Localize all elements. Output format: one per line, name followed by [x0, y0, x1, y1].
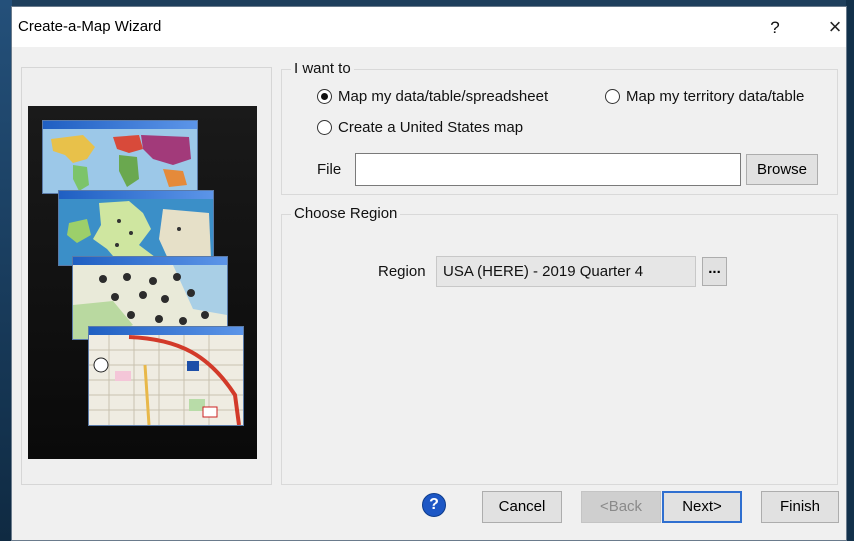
choose-region-group: [281, 214, 838, 485]
option-create-us-map-label: Create a United States map: [338, 119, 524, 136]
window-title: Create-a-Map Wizard: [18, 18, 162, 35]
region-label: Region: [378, 263, 426, 280]
preview-region-map: [58, 190, 214, 266]
radio-map-my-data[interactable]: [317, 89, 332, 104]
preview-panel: [21, 67, 272, 485]
next-button[interactable]: Next>: [662, 491, 742, 523]
preview-world-map: [42, 120, 198, 194]
option-map-my-territory[interactable]: Map my territory data/table: [605, 88, 804, 105]
finish-button[interactable]: Finish: [761, 491, 839, 523]
choose-region-label: Choose Region: [291, 205, 401, 222]
option-create-us-map[interactable]: Create a United States map: [317, 119, 523, 136]
background-app-right: [846, 0, 854, 541]
close-button[interactable]: ×: [820, 13, 850, 41]
radio-map-my-territory[interactable]: [605, 89, 620, 104]
file-label: File: [317, 161, 342, 178]
browse-button[interactable]: Browse: [746, 154, 818, 185]
create-a-map-dialog: Create-a-Map Wizard ? × I want to Map my…: [11, 6, 847, 541]
title-bar: Create-a-Map Wizard ? ×: [12, 7, 846, 47]
help-icon[interactable]: ?: [422, 493, 446, 517]
cancel-button[interactable]: Cancel: [482, 491, 562, 523]
help-title-button[interactable]: ?: [760, 15, 790, 41]
map-preview-illustration: [28, 106, 257, 459]
region-select[interactable]: USA (HERE) - 2019 Quarter 4: [436, 256, 696, 287]
i-want-to-label: I want to: [291, 60, 354, 77]
file-path-input[interactable]: [355, 153, 741, 186]
option-map-my-territory-label: Map my territory data/table: [626, 88, 805, 105]
back-button[interactable]: <Back: [581, 491, 661, 523]
region-ellipsis-button[interactable]: ...: [702, 257, 727, 286]
radio-create-us-map[interactable]: [317, 120, 332, 135]
preview-street-map: [88, 326, 244, 426]
option-map-my-data[interactable]: Map my data/table/spreadsheet: [317, 88, 548, 105]
option-map-my-data-label: Map my data/table/spreadsheet: [338, 88, 549, 105]
